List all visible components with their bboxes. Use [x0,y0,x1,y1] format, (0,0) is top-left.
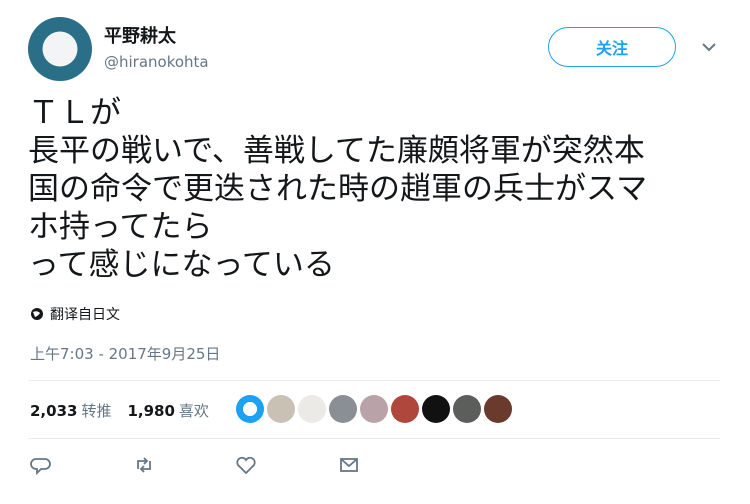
like-count[interactable]: 1,980 喜欢 [127,400,208,421]
liker-avatar[interactable] [453,395,481,423]
tweet-actions [30,455,360,475]
timestamp[interactable]: 上午7:03 - 2017年9月25日 [30,343,220,364]
follow-button[interactable]: 关注 [548,27,676,67]
translate-label[interactable]: 翻译自日文 [50,304,120,324]
tweet-line: ＴＬが [28,95,121,131]
reply-icon[interactable] [30,455,52,475]
like-icon[interactable] [235,455,257,475]
liker-avatar[interactable] [391,395,419,423]
display-name[interactable]: 平野耕太 [104,22,176,48]
tweet-line: ホ持ってたら [28,209,213,245]
tweet-line: 国の命令で更迭された時の趙軍の兵士がスマ [28,171,648,207]
translate-link[interactable]: 翻译自日文 [30,304,120,324]
chevron-down-icon[interactable] [700,40,718,54]
tweet-stats: 2,033 转推 1,980 喜欢 [30,400,209,421]
liker-avatar[interactable] [329,395,357,423]
liker-avatar[interactable] [236,395,264,423]
user-handle[interactable]: @hiranokohta [104,53,209,71]
liker-avatar[interactable] [267,395,295,423]
message-icon[interactable] [338,455,360,475]
liker-avatar[interactable] [360,395,388,423]
retweet-icon[interactable] [133,455,155,475]
tweet-line: って感じになっている [28,247,335,283]
tweet-text: ＴＬが 長平の戦いで、善戦してた廉頗将軍が突然本 国の命令で更迭された時の趙軍の… [28,94,728,284]
liker-avatar[interactable] [422,395,450,423]
liker-avatar[interactable] [298,395,326,423]
liker-avatars [236,395,512,423]
tweet-line: 長平の戦いで、善戦してた廉頗将軍が突然本 [28,133,645,169]
divider [28,380,720,381]
liker-avatar[interactable] [484,395,512,423]
divider [28,438,720,439]
retweet-count[interactable]: 2,033 转推 [30,400,111,421]
globe-icon [31,308,43,320]
avatar[interactable] [28,17,92,81]
